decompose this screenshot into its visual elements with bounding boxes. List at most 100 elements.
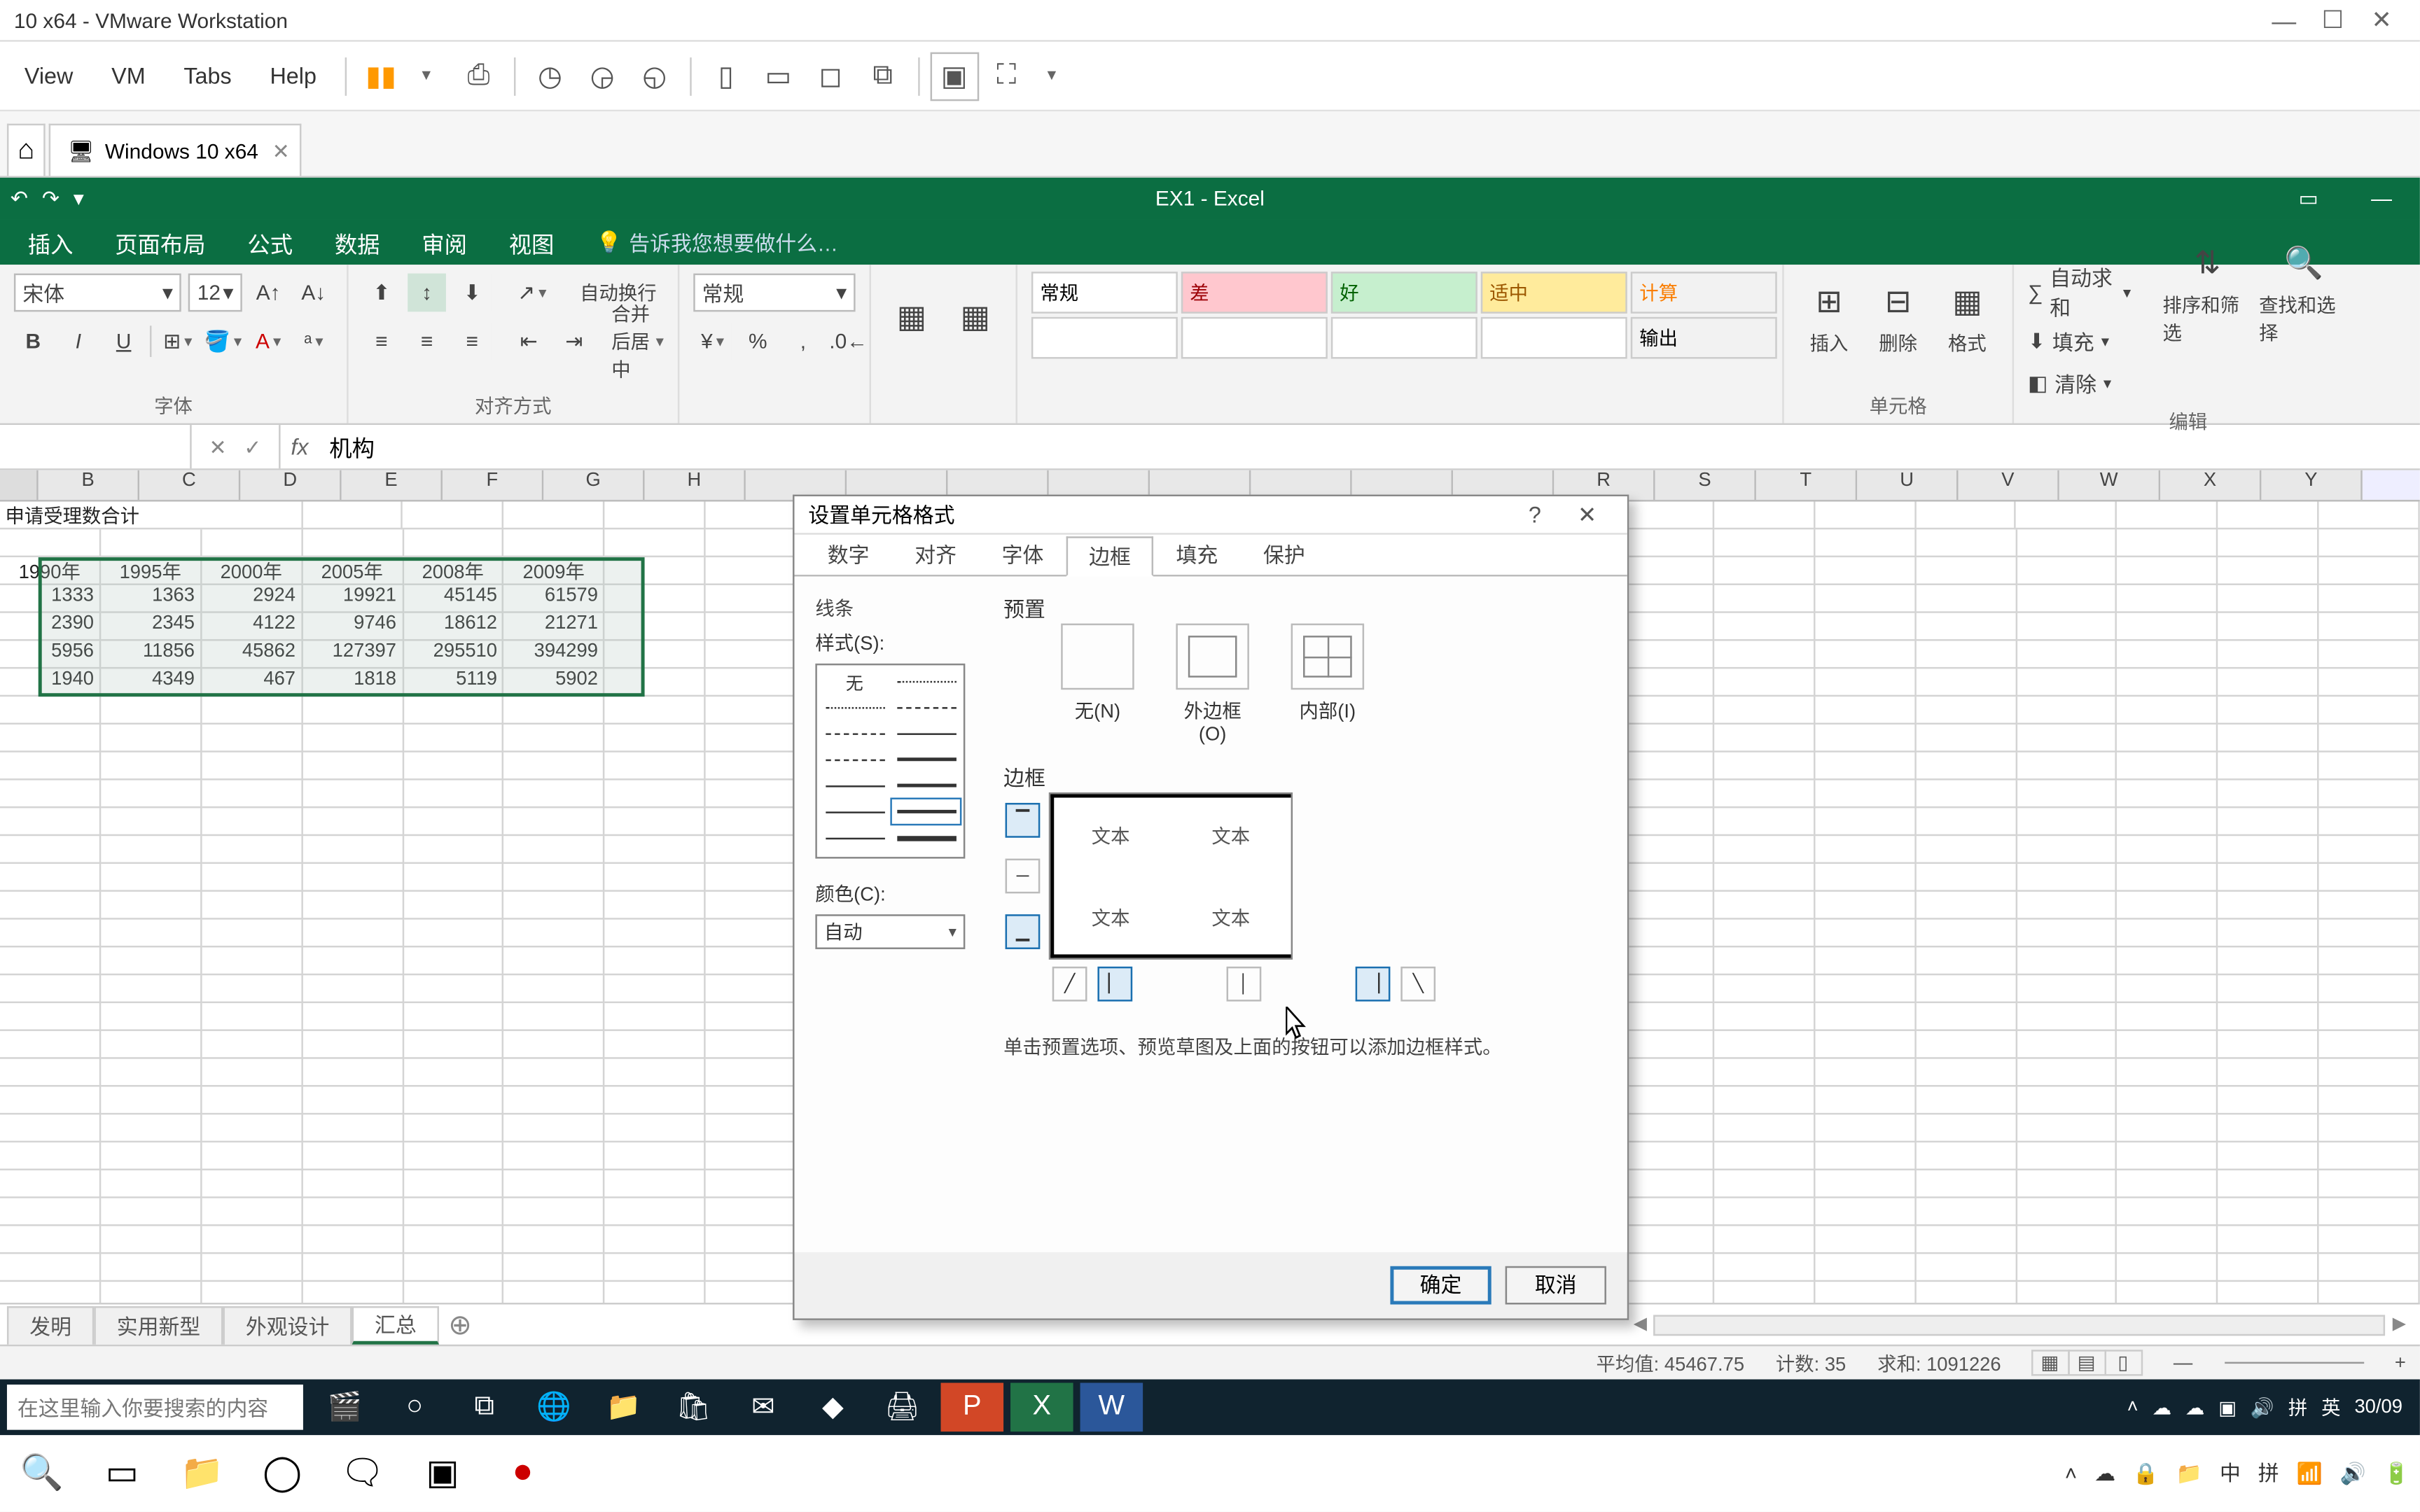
- style-output[interactable]: 输出: [1631, 317, 1777, 359]
- cell[interactable]: [403, 529, 504, 557]
- cell[interactable]: [2218, 808, 2319, 836]
- pause-vm-button[interactable]: ▮▮: [356, 51, 405, 100]
- cell[interactable]: [1815, 585, 1916, 613]
- align-bottom-button[interactable]: ⬇: [453, 274, 492, 312]
- cell[interactable]: [1815, 1059, 1916, 1087]
- vm-tab-close-button[interactable]: ✕: [272, 139, 290, 163]
- cell[interactable]: [0, 808, 101, 836]
- cell[interactable]: [706, 1198, 807, 1226]
- cell[interactable]: [2017, 1282, 2118, 1303]
- cell[interactable]: [202, 1226, 302, 1254]
- cell[interactable]: [2118, 1254, 2218, 1282]
- cell[interactable]: [2017, 1059, 2118, 1087]
- ribbon-tab-formulas[interactable]: 公式: [227, 219, 314, 265]
- cell[interactable]: [605, 668, 706, 696]
- cell[interactable]: [1714, 557, 1815, 585]
- border-diag-up-button[interactable]: ╱: [1052, 967, 1087, 1002]
- cell[interactable]: [1916, 920, 2017, 948]
- cell[interactable]: [0, 752, 101, 780]
- cell[interactable]: [1714, 752, 1815, 780]
- cell[interactable]: [504, 1198, 605, 1226]
- cell[interactable]: [302, 1282, 403, 1303]
- cell[interactable]: [302, 724, 403, 752]
- cell[interactable]: [605, 1059, 706, 1087]
- cell[interactable]: [2118, 724, 2218, 752]
- cell[interactable]: [605, 1226, 706, 1254]
- cell[interactable]: [605, 585, 706, 613]
- menu-vm[interactable]: VM: [94, 63, 162, 89]
- cell[interactable]: [1916, 752, 2017, 780]
- cell[interactable]: [101, 529, 202, 557]
- column-header[interactable]: F: [443, 470, 543, 500]
- cell[interactable]: 5902: [504, 668, 605, 696]
- line-style-thick[interactable]: [892, 799, 960, 824]
- cell[interactable]: [2319, 1282, 2420, 1303]
- cell[interactable]: [0, 529, 101, 557]
- cell[interactable]: [0, 1087, 101, 1115]
- cell[interactable]: [101, 808, 202, 836]
- column-header[interactable]: U: [1857, 470, 1958, 500]
- cell[interactable]: [605, 529, 706, 557]
- cell[interactable]: [302, 864, 403, 892]
- cell[interactable]: [1815, 613, 1916, 641]
- cell[interactable]: [0, 947, 101, 975]
- cell[interactable]: [2017, 780, 2118, 808]
- menu-tabs[interactable]: Tabs: [166, 63, 249, 89]
- ribbon-tab-view[interactable]: 视图: [488, 219, 575, 265]
- cell[interactable]: [302, 1031, 403, 1059]
- style-cell-7[interactable]: [1181, 317, 1328, 359]
- border-diag-down-button[interactable]: ╲: [1400, 967, 1435, 1002]
- cell[interactable]: [1916, 780, 2017, 808]
- cell[interactable]: [0, 920, 101, 948]
- dialog-tab-alignment[interactable]: 对齐: [892, 535, 979, 575]
- guest-taskview-button[interactable]: ⧉: [453, 1382, 516, 1432]
- cell[interactable]: [706, 641, 807, 669]
- name-box[interactable]: [0, 425, 192, 468]
- host-explorer-icon[interactable]: 📁: [171, 1441, 234, 1504]
- dialog-tab-number[interactable]: 数字: [805, 535, 891, 575]
- view-3-button[interactable]: ◻: [806, 51, 855, 100]
- cell[interactable]: 5956: [0, 641, 101, 669]
- cell[interactable]: [1916, 1114, 2017, 1142]
- cell[interactable]: [2319, 975, 2420, 1003]
- view-buttons[interactable]: ▦▤▯: [2032, 1350, 2142, 1376]
- italic-button[interactable]: I: [60, 322, 98, 360]
- cell[interactable]: [101, 696, 202, 724]
- cell[interactable]: [504, 696, 605, 724]
- cell[interactable]: [706, 947, 807, 975]
- cell[interactable]: [2017, 947, 2118, 975]
- cell[interactable]: [202, 1282, 302, 1303]
- cell[interactable]: [2319, 920, 2420, 948]
- cell[interactable]: [2319, 613, 2420, 641]
- cell[interactable]: [2118, 585, 2218, 613]
- line-style-list[interactable]: 无: [815, 664, 965, 859]
- cell[interactable]: [2319, 1142, 2420, 1170]
- cell[interactable]: [605, 808, 706, 836]
- cell[interactable]: 5119: [403, 668, 504, 696]
- cell[interactable]: [302, 1254, 403, 1282]
- host-tray-onedrive-icon[interactable]: ☁: [2094, 1460, 2115, 1485]
- hscroll-track[interactable]: [1654, 1314, 2386, 1335]
- view-1-button[interactable]: ▯: [702, 51, 751, 100]
- cell[interactable]: [0, 1003, 101, 1031]
- cell[interactable]: [101, 975, 202, 1003]
- cell[interactable]: [2017, 920, 2118, 948]
- cell[interactable]: [706, 1282, 807, 1303]
- cell[interactable]: [2218, 1254, 2319, 1282]
- cell[interactable]: [605, 724, 706, 752]
- cell[interactable]: [1815, 808, 1916, 836]
- cell[interactable]: 467: [202, 668, 302, 696]
- cell[interactable]: [302, 1198, 403, 1226]
- cell[interactable]: [1714, 1114, 1815, 1142]
- cell[interactable]: [605, 502, 706, 530]
- cell[interactable]: [2319, 585, 2420, 613]
- cell[interactable]: [302, 1226, 403, 1254]
- cell[interactable]: [403, 1198, 504, 1226]
- cell[interactable]: [2218, 613, 2319, 641]
- cell[interactable]: [1916, 947, 2017, 975]
- cell[interactable]: [504, 1059, 605, 1087]
- cell[interactable]: [202, 975, 302, 1003]
- cell[interactable]: [0, 836, 101, 864]
- guest-app1-icon[interactable]: ◆: [801, 1382, 864, 1432]
- cell[interactable]: [403, 1087, 504, 1115]
